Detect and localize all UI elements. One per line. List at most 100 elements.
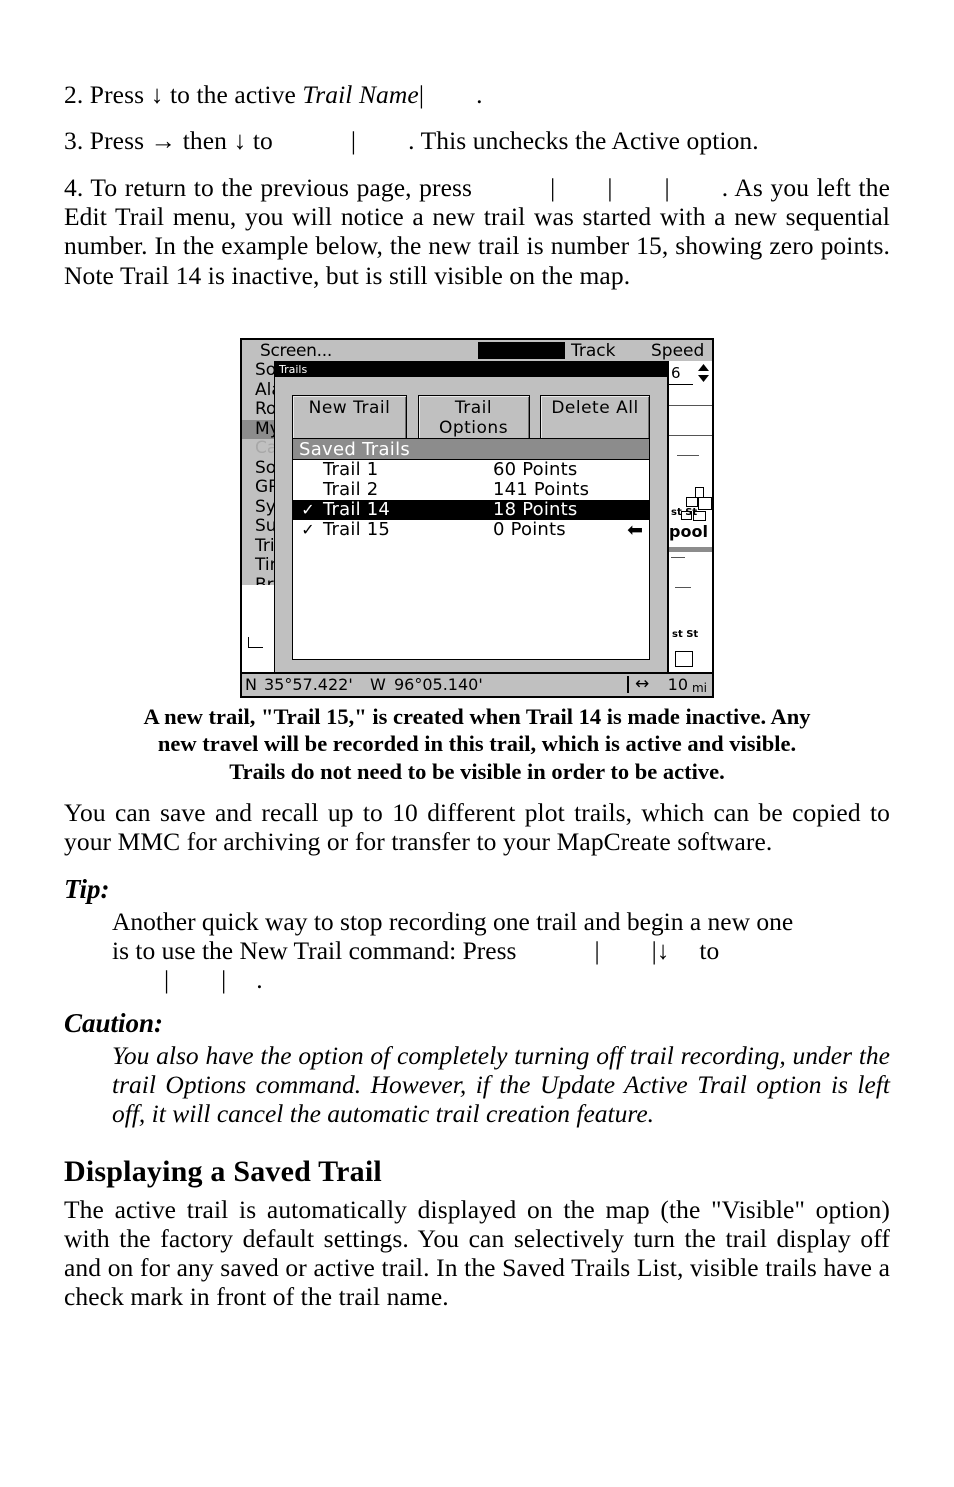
- caution-body: You also have the option of completely t…: [112, 1041, 890, 1129]
- page-title: Displaying a Saved Trail: [64, 1154, 382, 1188]
- map-gridline: [669, 435, 712, 436]
- map-road: [677, 455, 699, 456]
- sidebar-item-0[interactable]: So: [242, 361, 278, 381]
- map-shaded-band: [669, 547, 712, 552]
- sidebar-item-7[interactable]: Sy: [242, 498, 278, 518]
- trail-options-button[interactable]: Trail Options: [417, 395, 530, 442]
- trails-dialog: Trails New Trail Trail Options Delete Al…: [274, 361, 668, 676]
- trail-name: Trail 2: [323, 479, 379, 500]
- trail-name: Trail 1: [323, 459, 379, 480]
- caption-line-1: A new trail, "Trail 15," is created when…: [143, 704, 811, 729]
- tip-line-3: | |.: [112, 965, 890, 994]
- trail-point-count: 60 Points: [493, 459, 578, 480]
- visible-check-icon: ✓: [301, 500, 315, 519]
- latitude-hemisphere: N: [245, 675, 257, 694]
- map-building: [686, 497, 698, 507]
- sidebar-item-10[interactable]: Tin: [242, 556, 278, 576]
- step-4-lead: 4. To return to the previous page, press: [64, 172, 473, 202]
- step-2-italic-term: Trail Name: [302, 80, 419, 109]
- step-2-tail: .: [476, 80, 483, 109]
- tip-line-2b: to: [699, 935, 720, 965]
- step-3-bar: |: [350, 126, 357, 156]
- dialog-title: Trails: [275, 362, 667, 377]
- arrow-down-icon: ↓: [656, 935, 670, 965]
- map-line-segment: [248, 637, 263, 648]
- caption-line-2: new travel will be recorded in this trai…: [157, 731, 797, 757]
- gps-status-bar: N 35°57.422' W 96°05.140' ↔ 10 mi: [242, 672, 712, 696]
- map-road: [671, 557, 685, 558]
- sidebar-item-9[interactable]: Tri: [242, 537, 278, 557]
- step-4-bar-3: |: [664, 172, 670, 202]
- new-trail-button[interactable]: New Trail: [292, 395, 407, 442]
- step-4-bar-2: |: [607, 172, 613, 202]
- table-row[interactable]: ✓ Trail 15 0 Points ⬅: [293, 520, 649, 540]
- map-scale-value: 10: [667, 675, 688, 694]
- tip-line-2: is to use the New Trail command: Press | |…: [112, 936, 890, 965]
- paragraph-displaying: The active trail is automatically displa…: [64, 1194, 890, 1312]
- step-3-tail: . This unchecks the Active option.: [408, 126, 759, 156]
- menu-label-speed: Speed: [651, 341, 705, 361]
- figure-caption: A new trail, "Trail 15," is created when…: [64, 703, 890, 785]
- numbered-steps-block: 2. Press ↓ to the active Trail Name|. 3.…: [64, 80, 890, 307]
- dialog-button-row: New Trail Trail Options Delete All: [292, 395, 650, 442]
- step-3-lead: 3. Press: [64, 126, 151, 156]
- map-road: [675, 587, 691, 588]
- paragraph-save-recall: You can save and recall up to 10 differe…: [64, 798, 890, 857]
- map-label-street-2: st St: [672, 629, 699, 640]
- map-scale-unit: mi: [691, 681, 707, 695]
- trail-point-count: 0 Points: [493, 519, 566, 540]
- tip-line-2a: is to use the New Trail command: Press: [112, 935, 517, 965]
- table-row[interactable]: Trail 2 141 Points: [293, 480, 649, 500]
- map-gridline: [669, 405, 712, 406]
- tip-body: Another quick way to stop recording one …: [112, 907, 890, 995]
- trail-point-count: 141 Points: [493, 479, 590, 500]
- map-building: [675, 651, 693, 667]
- tip-label: Tip:: [64, 873, 110, 904]
- tip-bar-4: |: [221, 965, 227, 995]
- spinner-icon[interactable]: [696, 363, 710, 383]
- saved-trails-header: Saved Trails: [293, 439, 649, 460]
- sidebar-item-3[interactable]: My: [242, 419, 278, 439]
- trail-point-count: 18 Points: [493, 499, 578, 520]
- gps-device-screen: Screen... Track Speed So Ala Ro My Ca So…: [240, 338, 714, 698]
- latitude-value: 35°57.422': [264, 675, 353, 694]
- saved-trails-list: Saved Trails Trail 1 60 Points Trail 2 1…: [292, 438, 650, 660]
- sidebar-item-8[interactable]: Su: [242, 517, 278, 537]
- sidebar-item-2[interactable]: Ro: [242, 400, 278, 420]
- step-4-paragraph: 4. To return to the previous page, press…: [64, 173, 890, 290]
- tip-line-1: Another quick way to stop recording one …: [112, 906, 794, 936]
- pointer-arrow-icon: ⬅: [627, 519, 643, 541]
- step-3-paragraph: 3. Press → then ↓ to | . This unchecks the…: [64, 126, 890, 155]
- arrow-down-icon: ↓: [233, 126, 247, 156]
- data-field-value[interactable]: 6: [669, 361, 693, 385]
- map-building: [698, 497, 712, 510]
- step-3-mid2: to: [246, 126, 273, 156]
- step-2-lead: 2. Press: [64, 80, 151, 109]
- sidebar-item-6[interactable]: GP: [242, 478, 278, 498]
- delete-all-button[interactable]: Delete All: [540, 395, 650, 442]
- map-right-panel: 6 st St pool st St: [668, 361, 712, 672]
- menu-item-screen[interactable]: Screen...: [260, 341, 332, 361]
- gps-sidebar-menu: So Ala Ro My Ca So GP Sy Su Tri Tin Brc: [242, 361, 278, 594]
- table-row-selected[interactable]: ✓ Trail 14 18 Points: [293, 500, 649, 520]
- lower-body-block: You can save and recall up to 10 differe…: [64, 798, 890, 1329]
- longitude-hemisphere: W: [370, 675, 386, 694]
- longitude-value: 96°05.140': [394, 675, 483, 694]
- menu-label-track: Track: [571, 341, 616, 361]
- step-2-bar: |: [418, 80, 425, 109]
- table-row[interactable]: Trail 1 60 Points: [293, 460, 649, 480]
- gps-screenshot-figure: Screen... Track Speed So Ala Ro My Ca So…: [240, 338, 714, 698]
- step-4-bar-1: |: [550, 172, 556, 202]
- step-3-mid: then: [176, 126, 234, 156]
- tip-bar-3: |: [164, 965, 170, 995]
- trail-name: Trail 15: [323, 519, 391, 540]
- caution-text: You also have the option of completely t…: [112, 1040, 890, 1129]
- trail-name: Trail 14: [323, 499, 391, 520]
- map-left-sliver: [242, 585, 278, 672]
- sidebar-item-1[interactable]: Ala: [242, 381, 278, 401]
- tip-tail: .: [256, 965, 263, 995]
- step-2-paragraph: 2. Press ↓ to the active Trail Name|.: [64, 80, 890, 109]
- caption-line-3: Trails do not need to be visible in orde…: [229, 758, 725, 784]
- sidebar-item-4: Ca: [255, 439, 278, 458]
- sidebar-item-5[interactable]: So: [242, 459, 278, 479]
